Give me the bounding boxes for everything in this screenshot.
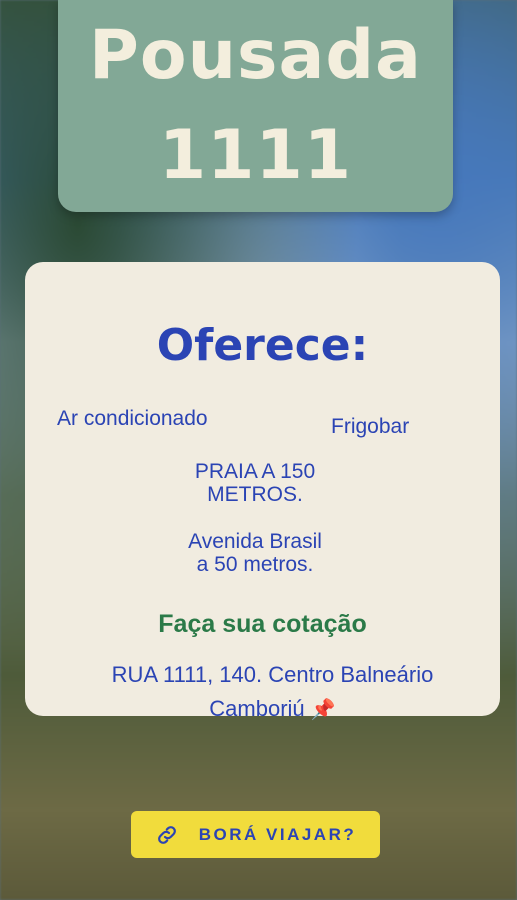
title-line-1: Pousada	[89, 16, 422, 95]
feature-air-conditioning: Ar condicionado	[57, 407, 208, 430]
amenities-card: Oferece: Ar condicionado Frigobar PRAIA …	[25, 262, 500, 721]
title-banner: Pousada 1111	[58, 0, 453, 212]
bora-viajar-button[interactable]: BORÁ VIAJAR?	[131, 811, 380, 858]
feature-beach-distance: PRAIA A 150 METROS.	[194, 460, 316, 506]
button-label: BORÁ VIAJAR?	[198, 824, 357, 844]
card-title: Oferece:	[156, 320, 369, 371]
quote-call-to-action: Faça sua cotação	[158, 610, 367, 638]
pushpin-icon: 📌	[310, 699, 336, 721]
address-text: RUA 1111, 140. Centro Balneário Camboriú	[111, 662, 434, 721]
feature-avenue-distance: Avenida Brasil a 50 metros.	[188, 530, 322, 576]
address: RUA 1111, 140. Centro Balneário Camboriú…	[65, 658, 480, 727]
link-icon	[157, 825, 176, 844]
feature-minibar: Frigobar	[331, 415, 410, 438]
title-line-2: 1111	[158, 116, 353, 195]
